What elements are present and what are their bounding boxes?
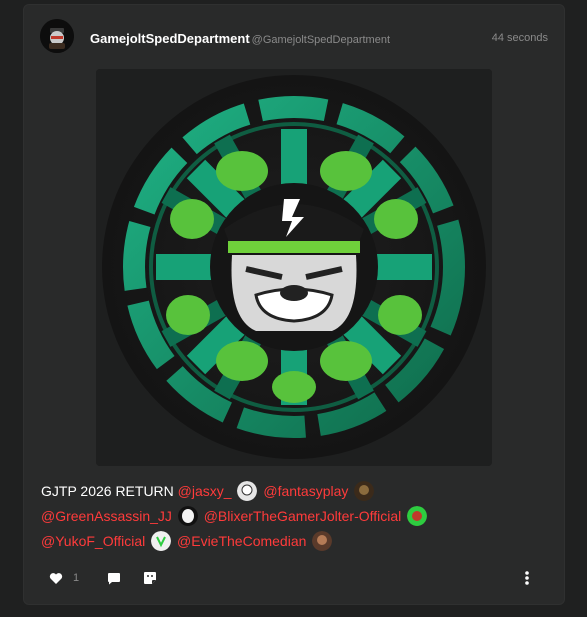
comment-button[interactable]	[107, 569, 121, 587]
mention-greenassassin[interactable]: @GreenAssassin_JJ	[41, 508, 172, 524]
mention-jasxy[interactable]: @jasxy_	[178, 483, 232, 499]
caption-text: GJTP 2026 RETURN	[41, 483, 178, 499]
more-vertical-icon	[525, 571, 529, 585]
more-options-button[interactable]	[519, 569, 535, 587]
sped-department-logo	[96, 69, 492, 466]
like-button[interactable]: 1	[49, 569, 79, 587]
post-actions: 1	[41, 567, 547, 589]
mention-avatar-yukof	[151, 531, 172, 551]
comment-icon	[108, 572, 120, 584]
author-display-name[interactable]: GamejoltSpedDepartment @GamejoltSpedDepar…	[90, 31, 390, 46]
post-header: GamejoltSpedDepartment @GamejoltSpedDepar…	[40, 17, 548, 57]
mention-avatar-jasxy	[237, 481, 258, 501]
mention-fantasyplay[interactable]: @fantasyplay	[263, 483, 348, 499]
mention-blixer[interactable]: @BlixerTheGamerJolter-Official	[204, 508, 402, 524]
heart-icon	[49, 572, 63, 584]
sticker-button[interactable]	[143, 569, 157, 587]
mention-avatar-eviethecomedian	[312, 531, 333, 551]
mention-avatar-greenassassin	[177, 506, 198, 526]
mention-eviethecomedian[interactable]: @EvieTheComedian	[177, 533, 306, 549]
post-caption: GJTP 2026 RETURN @jasxy_ @fantasyplay @G…	[41, 479, 553, 554]
author-avatar[interactable]	[40, 19, 74, 53]
mention-avatar-fantasyplay	[354, 481, 375, 501]
post-card: GamejoltSpedDepartment @GamejoltSpedDepar…	[23, 4, 565, 605]
sticker-icon	[144, 572, 156, 584]
mention-yukof[interactable]: @YukoF_Official	[41, 533, 145, 549]
author-username[interactable]: @GamejoltSpedDepartment	[252, 34, 390, 46]
post-image[interactable]	[96, 69, 492, 466]
like-count: 1	[73, 572, 80, 584]
post-timestamp[interactable]: 44 seconds	[492, 32, 548, 44]
mention-avatar-blixer	[407, 506, 428, 526]
